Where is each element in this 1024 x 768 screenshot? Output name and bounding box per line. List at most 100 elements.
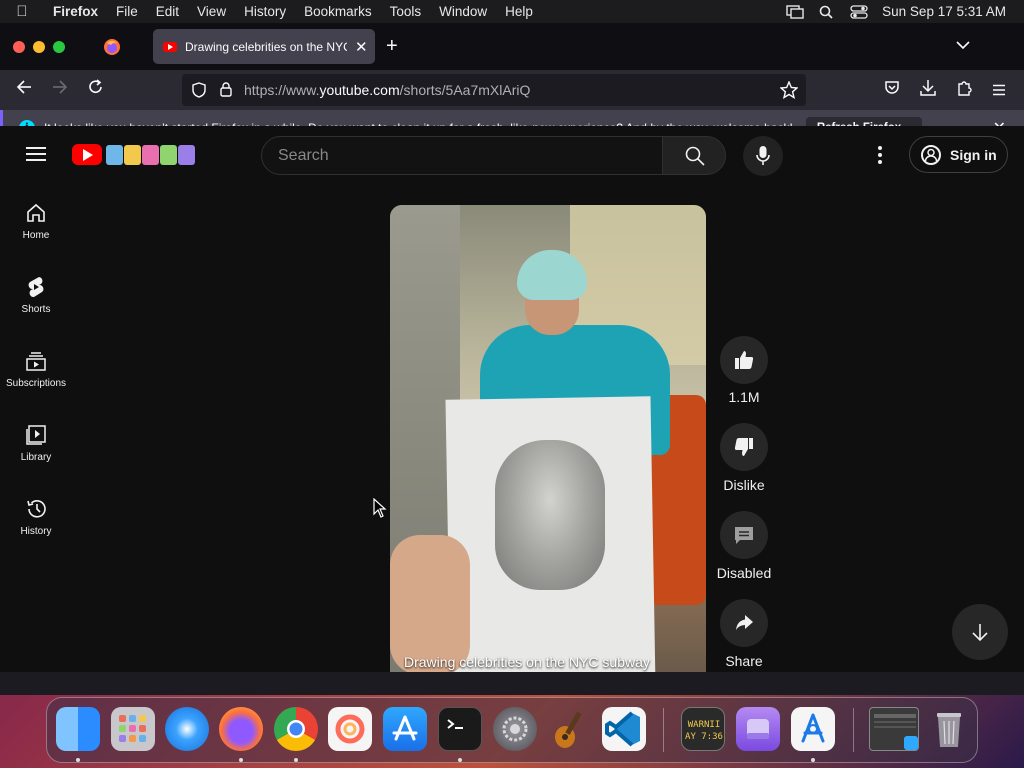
tab-bar: Drawing celebrities on the NYC ✕ + [0, 23, 1024, 70]
console-icon-line-1: WARNII [688, 720, 721, 730]
search-button[interactable] [662, 136, 726, 175]
xcode-instruments-icon[interactable] [791, 707, 835, 751]
menu-bar-clock[interactable]: Sun Sep 17 5:31 AM [882, 4, 1006, 19]
new-tab-button[interactable]: + [386, 35, 398, 58]
close-window-button[interactable] [13, 40, 25, 53]
firefox-logo-icon [104, 38, 120, 55]
extensions-button[interactable] [956, 79, 972, 101]
mouse-pointer-icon [373, 498, 387, 518]
voice-search-button[interactable] [743, 136, 783, 176]
console-icon[interactable]: WARNII AY 7:36 [681, 707, 725, 751]
sidebar-item-label: Library [20, 451, 52, 463]
account-circle-icon [921, 144, 941, 165]
guide-menu-icon[interactable] [26, 147, 46, 161]
download-icon [920, 80, 936, 96]
pocket-button[interactable] [884, 80, 900, 101]
arrow-right-icon [53, 80, 68, 94]
hamburger-menu-icon [993, 84, 1005, 96]
comment-icon [735, 527, 753, 544]
tracking-protection-shield-icon[interactable] [191, 82, 207, 98]
trash-icon[interactable] [927, 707, 971, 751]
video-frame-portrait-sketch [495, 440, 605, 590]
tab-title: Drawing celebrities on the NYC [185, 39, 347, 54]
menu-tools[interactable]: Tools [381, 4, 431, 19]
visual-studio-code-icon[interactable] [602, 707, 646, 751]
shorts-video-player[interactable]: Drawing celebrities on the NYC subway [390, 205, 706, 672]
menu-window[interactable]: Window [430, 4, 496, 19]
reload-icon [89, 79, 102, 93]
pocket-icon [885, 81, 899, 94]
spotlight-search-icon[interactable] [818, 5, 836, 19]
bookmark-star-icon[interactable] [780, 81, 798, 99]
firefox-dock-icon[interactable] [219, 707, 263, 751]
app-store-icon[interactable] [383, 707, 427, 751]
menu-bookmarks[interactable]: Bookmarks [295, 4, 381, 19]
thumbs-down-icon [734, 438, 753, 456]
dislike-label: Dislike [723, 477, 765, 493]
finder-icon[interactable] [56, 707, 100, 751]
sidebar-item-history[interactable]: History [0, 480, 72, 554]
back-button[interactable] [16, 79, 32, 100]
sidebar-item-shorts[interactable]: Shorts [0, 258, 72, 332]
comments-button[interactable] [720, 511, 768, 559]
dislike-button[interactable] [720, 423, 768, 471]
open-menu-button[interactable] [992, 81, 1006, 101]
search-input[interactable]: Search [261, 136, 663, 175]
terminal-icon[interactable] [438, 707, 482, 751]
menu-help[interactable]: Help [496, 4, 542, 19]
system-settings-icon[interactable] [493, 707, 537, 751]
zoom-window-button[interactable] [53, 40, 65, 53]
tab-youtube-short[interactable]: Drawing celebrities on the NYC ✕ [153, 29, 375, 64]
share-button[interactable] [720, 599, 768, 647]
safari-icon[interactable] [165, 707, 209, 751]
apple-menu-icon[interactable]:  [0, 3, 44, 20]
address-bar[interactable]: https://www.youtube.com/shorts/5Aa7mXlAr… [182, 74, 806, 106]
forward-button[interactable] [52, 79, 68, 100]
settings-kebab-icon[interactable] [878, 146, 882, 167]
tab-close-icon[interactable]: ✕ [355, 38, 368, 56]
menu-edit[interactable]: Edit [147, 4, 188, 19]
arrow-left-icon [16, 80, 31, 94]
elytra-app-icon[interactable] [328, 707, 372, 751]
share-label: Share [725, 653, 763, 669]
like-count: 1.1M [728, 389, 760, 405]
macos-dock: WARNII AY 7:36 [46, 697, 978, 763]
menu-app-name[interactable]: Firefox [44, 4, 107, 19]
garageband-icon[interactable] [547, 707, 591, 751]
next-short-button[interactable] [952, 604, 1008, 660]
reload-button[interactable] [88, 79, 104, 100]
screenshot-stack-icon[interactable] [869, 707, 919, 751]
video-title-caption[interactable]: Drawing celebrities on the NYC subway [404, 654, 650, 670]
menu-file[interactable]: File [107, 4, 147, 19]
youtube-play-logo-icon [72, 144, 102, 165]
firefox-view-button[interactable] [93, 28, 131, 66]
lock-icon[interactable] [219, 81, 233, 98]
url-text: https://www.youtube.com/shorts/5Aa7mXlAr… [244, 82, 531, 98]
downloads-button[interactable] [920, 79, 936, 101]
subscriptions-icon [26, 351, 46, 371]
puzzle-piece-icon [958, 81, 972, 96]
youtube-favicon-icon [163, 41, 177, 52]
running-indicator [76, 758, 80, 762]
window-controls [0, 40, 65, 53]
youtube-logo[interactable] [72, 144, 195, 165]
sidebar-item-subscriptions[interactable]: Subscriptions [0, 332, 72, 406]
menu-view[interactable]: View [188, 4, 235, 19]
chrome-icon[interactable] [274, 707, 318, 751]
control-center-icon[interactable] [850, 4, 868, 19]
navigation-toolbar: https://www.youtube.com/shorts/5Aa7mXlAr… [0, 70, 1024, 110]
minimize-window-button[interactable] [33, 40, 45, 53]
screen-mirroring-icon[interactable] [786, 4, 804, 19]
disk-utility-icon[interactable] [736, 707, 780, 751]
sign-in-button[interactable]: Sign in [909, 136, 1008, 173]
list-all-tabs-button[interactable] [956, 37, 970, 53]
launchpad-icon[interactable] [111, 707, 155, 751]
sidebar-item-home[interactable]: Home [0, 184, 72, 258]
like-button[interactable] [720, 336, 768, 384]
microphone-icon [756, 146, 770, 165]
chevron-down-icon [956, 41, 970, 50]
shorts-icon [28, 276, 44, 297]
video-frame-hand [390, 535, 470, 672]
menu-history[interactable]: History [235, 4, 295, 19]
sidebar-item-library[interactable]: Library [0, 406, 72, 480]
